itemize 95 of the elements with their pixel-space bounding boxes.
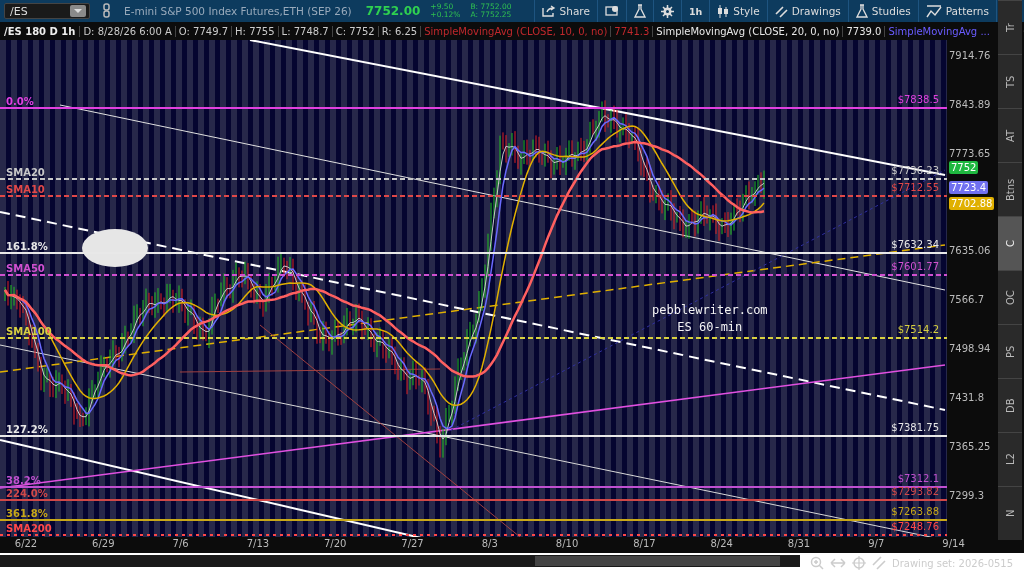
level-label: 224.0% xyxy=(6,488,48,499)
level-price-label: $7632.34 xyxy=(891,239,939,250)
ohlc-field: D: 8/28/26 6:00 A xyxy=(79,25,175,37)
price-tick: 7914.76 xyxy=(949,50,991,61)
ohlc-field: R: 6.25 xyxy=(377,25,421,37)
level-price-label: $7263.88 xyxy=(891,506,939,517)
level-label: 0.0% xyxy=(6,96,34,107)
date-tick: 8/3 xyxy=(481,538,498,549)
date-tick: 8/17 xyxy=(633,538,656,549)
horizontal-arrows-icon[interactable] xyxy=(830,558,846,568)
level-price-label: $7381.75 xyxy=(891,422,939,433)
level-price-label: $7712.55 xyxy=(891,182,939,193)
price-badge: 7723.4 xyxy=(949,181,988,194)
date-tick: 7/13 xyxy=(246,538,270,549)
level-label: 38.2% xyxy=(6,475,41,486)
ohlc-field: O: 7749.7 xyxy=(174,25,232,37)
alert-icon xyxy=(604,5,619,17)
pencil-lines-icon xyxy=(774,4,788,18)
chart-note: pebblewriter.com xyxy=(652,302,768,319)
level-label: SMA20 xyxy=(6,167,45,178)
drawing-lines-icon[interactable] xyxy=(872,556,886,570)
chart-note: ES 60-min xyxy=(677,319,743,336)
price-tick: 7365.25 xyxy=(949,441,991,452)
price-tick: 7843.89 xyxy=(949,99,991,110)
studies-button[interactable]: Studies xyxy=(847,0,918,22)
ohlc-field: L: 7748.7 xyxy=(277,25,332,37)
link-icon[interactable] xyxy=(102,3,112,19)
side-tab[interactable]: DB xyxy=(998,378,1022,432)
date-tick: 7/27 xyxy=(401,538,424,549)
settings-icon xyxy=(660,4,674,18)
price-tick: 7299.3 xyxy=(949,490,984,501)
level-price-label: $7838.5 xyxy=(897,94,939,105)
horizontal-scrollbar[interactable] xyxy=(0,555,800,567)
side-tab[interactable]: TS xyxy=(998,54,1022,108)
price-tick: 7635.06 xyxy=(949,245,991,256)
date-tick: 8/31 xyxy=(787,538,811,549)
date-tick: 6/29 xyxy=(92,538,115,549)
side-tab[interactable]: C xyxy=(998,216,1022,270)
study-name: SimpleMovingAvg (CLOSE, 10, 0, no) xyxy=(420,25,611,37)
price-tick: 7566.7 xyxy=(949,294,984,305)
side-tab[interactable]: AT xyxy=(998,108,1022,162)
date-tick: 7/20 xyxy=(323,538,347,549)
price-badge: 7702.88 xyxy=(949,197,995,210)
flask-icon xyxy=(855,4,868,18)
date-tick: 6/22 xyxy=(14,538,38,549)
ohlc-field: C: 7752 xyxy=(331,25,378,37)
flask-icon xyxy=(633,4,646,18)
price-badge: 7752 xyxy=(949,161,979,174)
study-value: 7741.3 xyxy=(610,25,653,37)
candlestick-icon xyxy=(717,4,730,18)
share-icon xyxy=(541,5,556,17)
dropdown-icon[interactable] xyxy=(70,5,86,17)
last-price: 7752.00 xyxy=(365,4,421,18)
study-value: 7739.0 xyxy=(842,25,885,37)
price-tick: 7498.94 xyxy=(949,343,991,354)
study-name: SimpleMovingAvg (CLOSE, 20, 0, no) xyxy=(652,25,843,37)
share-button[interactable]: Share xyxy=(533,0,597,22)
side-tab[interactable]: N xyxy=(998,486,1022,540)
level-price-label: $7312.1 xyxy=(897,473,939,484)
level-price-label: $7248.76 xyxy=(891,521,939,532)
ellipse-marker xyxy=(82,229,148,267)
side-tab[interactable]: Btns xyxy=(998,162,1022,216)
drawings-button[interactable]: Drawings xyxy=(766,0,848,22)
price-tick: 7431.8 xyxy=(949,392,984,403)
level-label: SMA50 xyxy=(6,263,45,274)
pattern-chart-icon xyxy=(925,4,942,18)
zoom-icon[interactable] xyxy=(810,556,824,570)
date-tick: 7/6 xyxy=(172,538,189,549)
date-tick: 9/14 xyxy=(942,538,965,549)
level-label: 127.2% xyxy=(6,424,48,435)
level-label: 161.8% xyxy=(6,241,48,252)
date-tick: 8/24 xyxy=(710,538,733,549)
side-tab[interactable]: PS xyxy=(998,324,1022,378)
level-label: SMA10 xyxy=(6,184,45,195)
level-price-label: $7601.77 xyxy=(891,261,939,272)
side-tab[interactable]: Tr xyxy=(998,0,1022,54)
date-tick: 8/10 xyxy=(555,538,579,549)
price-tick: 7773.65 xyxy=(949,148,991,159)
side-tab[interactable]: L2 xyxy=(998,432,1022,486)
study-name: SimpleMovingAvg ... xyxy=(884,25,993,37)
side-tab[interactable]: OC xyxy=(998,270,1022,324)
style-button[interactable]: Style xyxy=(709,0,767,22)
symbol-field[interactable]: /ES xyxy=(4,3,90,19)
timeframe-button[interactable]: 1h xyxy=(680,0,710,22)
instrument-description: E-mini S&P 500 Index Futures,ETH (SEP 26) xyxy=(124,5,352,17)
scrollbar-thumb[interactable] xyxy=(535,556,780,566)
date-tick: 9/7 xyxy=(868,538,885,549)
ohlc-field: H: 7755 xyxy=(231,25,278,37)
crosshair-icon[interactable] xyxy=(852,556,866,570)
patterns-button[interactable]: Patterns xyxy=(917,0,996,22)
level-label: SMA200 xyxy=(6,523,52,534)
level-price-label: $7293.82 xyxy=(891,486,939,497)
chart-title: /ES 180 D 1h xyxy=(3,25,77,37)
level-price-label: $7514.2 xyxy=(897,324,939,335)
level-label: 361.8% xyxy=(6,508,48,519)
